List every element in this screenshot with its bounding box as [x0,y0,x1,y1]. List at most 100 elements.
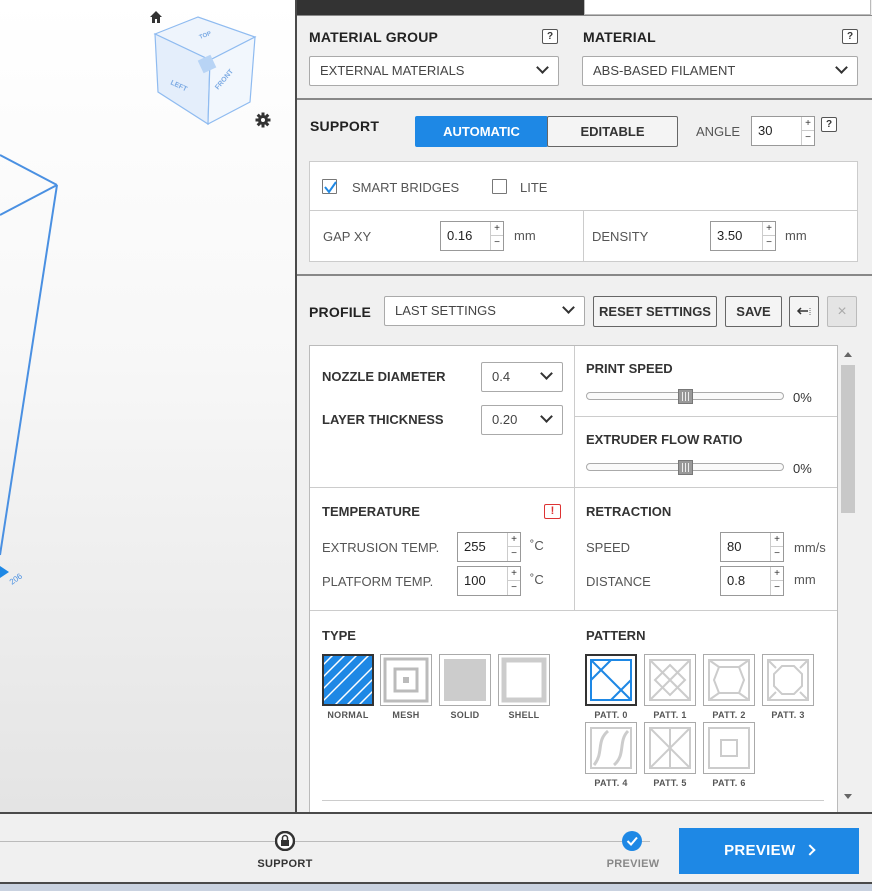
chevron-down-icon [540,367,553,380]
step-preview-label[interactable]: PREVIEW [588,858,678,870]
pattern-4[interactable] [585,722,637,774]
chevron-down-icon [540,410,553,423]
check-circle-icon[interactable] [622,831,642,851]
panel-tab-strip [297,0,872,15]
home-icon[interactable] [149,10,163,24]
angle-label: ANGLE [696,124,741,139]
profile-select[interactable]: LAST SETTINGS [384,296,585,326]
density-stepper[interactable]: 3.50 + − [710,221,776,251]
material-group-help-icon[interactable]: ? [542,29,558,44]
retraction-speed-increment-button[interactable]: + [771,533,783,547]
extrusion-temp-label: EXTRUSION TEMP. [322,540,440,555]
support-options-box: SMART BRIDGES LITE GAP XY 0.16 + − mm DE… [309,161,858,262]
pattern-6[interactable] [703,722,755,774]
divider [310,487,837,488]
gap-xy-increment-button[interactable]: + [491,222,503,236]
material-group-select[interactable]: EXTERNAL MATERIALS [309,56,559,86]
angle-increment-button[interactable]: + [802,117,814,131]
material-heading: MATERIAL [583,29,656,45]
density-value: 3.50 [717,228,743,243]
angle-stepper[interactable]: 30 + − [751,116,815,146]
workflow-progress-line [0,841,650,842]
pattern-1[interactable] [644,654,696,706]
density-increment-button[interactable]: + [763,222,775,236]
mesh-icon [383,657,429,703]
retraction-speed-decrement-button[interactable]: − [771,547,783,561]
reset-settings-button[interactable]: RESET SETTINGS [593,296,717,327]
platform-temp-increment-button[interactable]: + [508,567,520,581]
gap-xy-label: GAP XY [323,229,372,244]
gear-icon[interactable] [255,112,271,128]
retraction-speed-stepper[interactable]: 80 + − [720,532,784,562]
temperature-warning-icon[interactable]: ! [544,504,561,519]
extrusion-temp-stepper-arrows: + − [507,533,520,561]
gap-xy-decrement-button[interactable]: − [491,236,503,250]
material-help-icon[interactable]: ? [842,29,858,44]
infill-type-normal[interactable] [319,651,377,709]
axis-label: 206 [8,571,25,586]
pattern-0[interactable] [585,654,637,706]
chevron-right-icon [804,844,816,856]
support-help-icon[interactable]: ? [821,117,837,132]
scrollbar-thumb[interactable] [841,365,855,513]
extrusion-temp-increment-button[interactable]: + [508,533,520,547]
gap-xy-stepper[interactable]: 0.16 + − [440,221,504,251]
pattern-6-icon [708,727,750,769]
density-stepper-arrows: + − [762,222,775,250]
tab-active[interactable] [297,0,584,15]
platform-temp-stepper[interactable]: 100 + − [457,566,521,596]
pattern-2-icon [708,659,750,701]
import-arrow-icon [796,307,811,315]
retraction-distance-increment-button[interactable]: + [771,567,783,581]
retraction-distance-decrement-button[interactable]: − [771,581,783,595]
support-editable-tab[interactable]: EDITABLE [547,116,678,147]
infill-type-shell[interactable] [498,654,550,706]
layer-thickness-select[interactable]: 0.20 [481,405,563,435]
pattern-2[interactable] [703,654,755,706]
pattern-3-label: PATT. 3 [771,710,805,720]
save-button[interactable]: SAVE [725,296,782,327]
angle-decrement-button[interactable]: − [802,131,814,145]
material-select[interactable]: ABS-BASED FILAMENT [582,56,858,86]
profile-settings-scroll[interactable]: NOZZLE DIAMETER 0.4 LAYER THICKNESS 0.20… [309,345,838,813]
infill-type-label-mesh: MESH [392,710,420,720]
pattern-5-label: PATT. 5 [653,778,687,788]
profile-heading: PROFILE [309,304,372,320]
platform-temp-label: PLATFORM TEMP. [322,574,434,589]
step-support-label[interactable]: SUPPORT [240,858,330,870]
lock-icon[interactable] [275,831,295,851]
print-speed-slider-thumb[interactable] [677,389,693,404]
settings-scrollbar[interactable] [840,345,856,805]
density-decrement-button[interactable]: − [763,236,775,250]
pattern-3[interactable] [762,654,814,706]
infill-type-mesh[interactable] [380,654,432,706]
extruder-flow-label: EXTRUDER FLOW RATIO [586,432,743,447]
view-cube[interactable]: TOP LEFT FRONT [150,12,260,130]
extrusion-temp-unit: ˚C [530,538,544,553]
3d-viewport[interactable]: 206 TOP LEFT FRONT [0,0,295,812]
infill-type-solid[interactable] [439,654,491,706]
extrusion-temp-decrement-button[interactable]: − [508,547,520,561]
platform-temp-decrement-button[interactable]: − [508,581,520,595]
nozzle-diameter-select[interactable]: 0.4 [481,362,563,392]
smart-bridges-checkbox[interactable] [322,179,337,194]
support-automatic-tab[interactable]: AUTOMATIC [415,116,548,147]
import-button[interactable] [789,296,819,327]
pattern-5-icon [649,727,691,769]
tab-inactive[interactable] [584,0,871,15]
close-button[interactable]: × [827,296,857,327]
retraction-distance-stepper[interactable]: 0.8 + − [720,566,784,596]
pattern-5[interactable] [644,722,696,774]
extruder-flow-slider-thumb[interactable] [677,460,693,475]
extrusion-temp-stepper[interactable]: 255 + − [457,532,521,562]
lite-checkbox[interactable] [492,179,507,194]
retraction-speed-unit: mm/s [794,540,826,555]
scroll-up-icon[interactable] [840,348,856,362]
infill-pattern-label: PATTERN [586,628,646,643]
scroll-down-icon[interactable] [840,789,856,803]
preview-button[interactable]: PREVIEW [679,828,859,874]
infill-type-label-solid: SOLID [450,710,480,720]
chevron-down-icon [562,301,575,314]
angle-value: 30 [758,123,773,138]
nozzle-diameter-value: 0.4 [492,369,511,384]
